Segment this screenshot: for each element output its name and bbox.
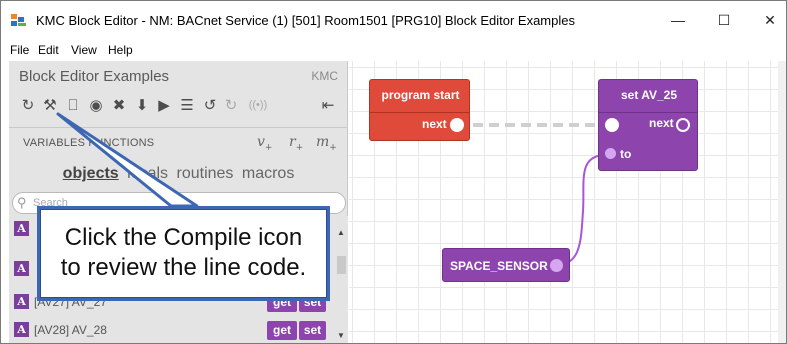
analog-badge: A xyxy=(14,261,29,276)
scroll-up-icon[interactable]: ▲ xyxy=(337,228,345,237)
title-bar: KMC Block Editor - NM: BACnet Service (1… xyxy=(1,1,786,39)
program-start-block[interactable]: program start next xyxy=(369,79,470,141)
tab-macros[interactable]: macros xyxy=(242,165,294,183)
app-logo-icon xyxy=(11,14,27,26)
maximize-button[interactable]: ☐ xyxy=(701,1,747,39)
set-button[interactable]: set xyxy=(299,321,326,340)
output-port-icon[interactable] xyxy=(550,259,563,272)
analog-badge: A xyxy=(14,221,29,236)
minimize-button[interactable]: — xyxy=(655,1,701,39)
stop-icon[interactable]: ◉ xyxy=(87,96,105,114)
block-title: program start xyxy=(381,88,460,102)
undo-icon[interactable]: ↺ xyxy=(201,96,219,114)
toolbox-panel: Block Editor Examples KMC ↻ ⚒ ⎕ ◉ ✖ ⬇ ▶ … xyxy=(9,61,348,343)
workspace-scrollbar[interactable] xyxy=(778,61,786,343)
category-tabs: objects locals routines macros xyxy=(9,165,348,189)
list-item-label: [AV28] AV_28 xyxy=(34,323,107,337)
space-sensor-block[interactable]: SPACE_SENSOR xyxy=(442,248,570,282)
delete-icon[interactable]: ✖ xyxy=(110,96,128,114)
save-icon[interactable]: ⎕ xyxy=(64,96,82,114)
add-register-button[interactable]: r+ xyxy=(289,134,303,153)
next-port-label: next xyxy=(649,116,674,130)
tab-locals[interactable]: locals xyxy=(127,165,168,183)
plus-sub: + xyxy=(295,142,304,153)
menu-edit[interactable]: Edit xyxy=(38,43,59,57)
to-port-icon[interactable] xyxy=(605,148,616,159)
plus-sub: + xyxy=(264,142,273,153)
menu-bar: File Edit View Help xyxy=(1,39,786,61)
minimize-icon: — xyxy=(671,12,685,28)
brand-label: KMC xyxy=(311,69,338,83)
tab-objects[interactable]: objects xyxy=(63,165,119,183)
analog-badge: A xyxy=(14,294,29,309)
macro-symbol: m xyxy=(316,134,330,150)
next-port-icon[interactable] xyxy=(676,118,690,132)
collapse-icon[interactable]: ⇤ xyxy=(319,96,337,114)
get-button[interactable]: get xyxy=(267,321,297,340)
scrollbar-thumb[interactable] xyxy=(337,256,346,274)
block-title: set AV_25 xyxy=(620,88,678,102)
app-window: KMC Block Editor - NM: BACnet Service (1… xyxy=(0,0,787,344)
instruction-callout: Click the Compile icon to review the lin… xyxy=(37,206,330,301)
analog-badge: A xyxy=(14,322,29,337)
set-av-block[interactable]: set AV_25 next to xyxy=(598,79,698,171)
variables-functions-row: VARIABLES FUNCTIONS v+ r+ m+ xyxy=(9,128,348,161)
tab-routines[interactable]: routines xyxy=(177,165,234,183)
maximize-icon: ☐ xyxy=(717,11,731,28)
close-button[interactable]: ✕ xyxy=(747,1,786,39)
add-variable-button[interactable]: v+ xyxy=(257,134,272,153)
window-title: KMC Block Editor - NM: BACnet Service (1… xyxy=(36,13,575,28)
menu-help[interactable]: Help xyxy=(108,43,133,57)
next-port-label: next xyxy=(422,117,447,131)
block-divider xyxy=(599,112,697,113)
add-macro-button[interactable]: m+ xyxy=(316,134,337,153)
block-workspace[interactable]: program start next set AV_25 next to SPA… xyxy=(349,61,786,343)
plus-sub: + xyxy=(329,142,337,153)
redo-icon[interactable]: ↻ xyxy=(222,96,240,114)
input-port-icon[interactable] xyxy=(605,118,619,132)
list-item: A [AV28] AV_28 get set xyxy=(9,317,335,343)
next-port-icon[interactable] xyxy=(450,118,464,132)
block-title: SPACE_SENSOR xyxy=(450,259,548,273)
variables-functions-label: VARIABLES FUNCTIONS xyxy=(23,137,155,149)
search-icon: ⚲ xyxy=(17,195,27,210)
close-icon: ✕ xyxy=(764,11,776,28)
block-divider xyxy=(370,112,469,113)
callout-line-2: to review the line code. xyxy=(60,254,307,281)
download-icon[interactable]: ⬇ xyxy=(133,96,151,114)
run-icon[interactable]: ▶ xyxy=(155,96,173,114)
callout-text: Click the Compile icon to review the lin… xyxy=(40,223,327,283)
variable-symbol: v xyxy=(257,134,265,150)
refresh-icon[interactable]: ↻ xyxy=(19,96,37,114)
scroll-down-icon[interactable]: ▼ xyxy=(337,331,345,340)
callout-line-1: Click the Compile icon xyxy=(64,224,303,251)
register-symbol: r xyxy=(289,134,296,150)
list-scrollbar[interactable]: ▲ ▼ xyxy=(335,216,348,343)
text-view-icon[interactable]: ☰ xyxy=(178,96,196,114)
to-port-label: to xyxy=(620,147,632,161)
editor-toolbar: ↻ ⚒ ⎕ ◉ ✖ ⬇ ▶ ☰ ↺ ↻ ((•)) ⇤ xyxy=(9,91,348,121)
panel-title: Block Editor Examples xyxy=(19,68,170,85)
broadcast-icon[interactable]: ((•)) xyxy=(245,96,271,114)
menu-file[interactable]: File xyxy=(10,43,29,57)
menu-view[interactable]: View xyxy=(71,43,97,57)
compile-icon[interactable]: ⚒ xyxy=(41,96,59,114)
